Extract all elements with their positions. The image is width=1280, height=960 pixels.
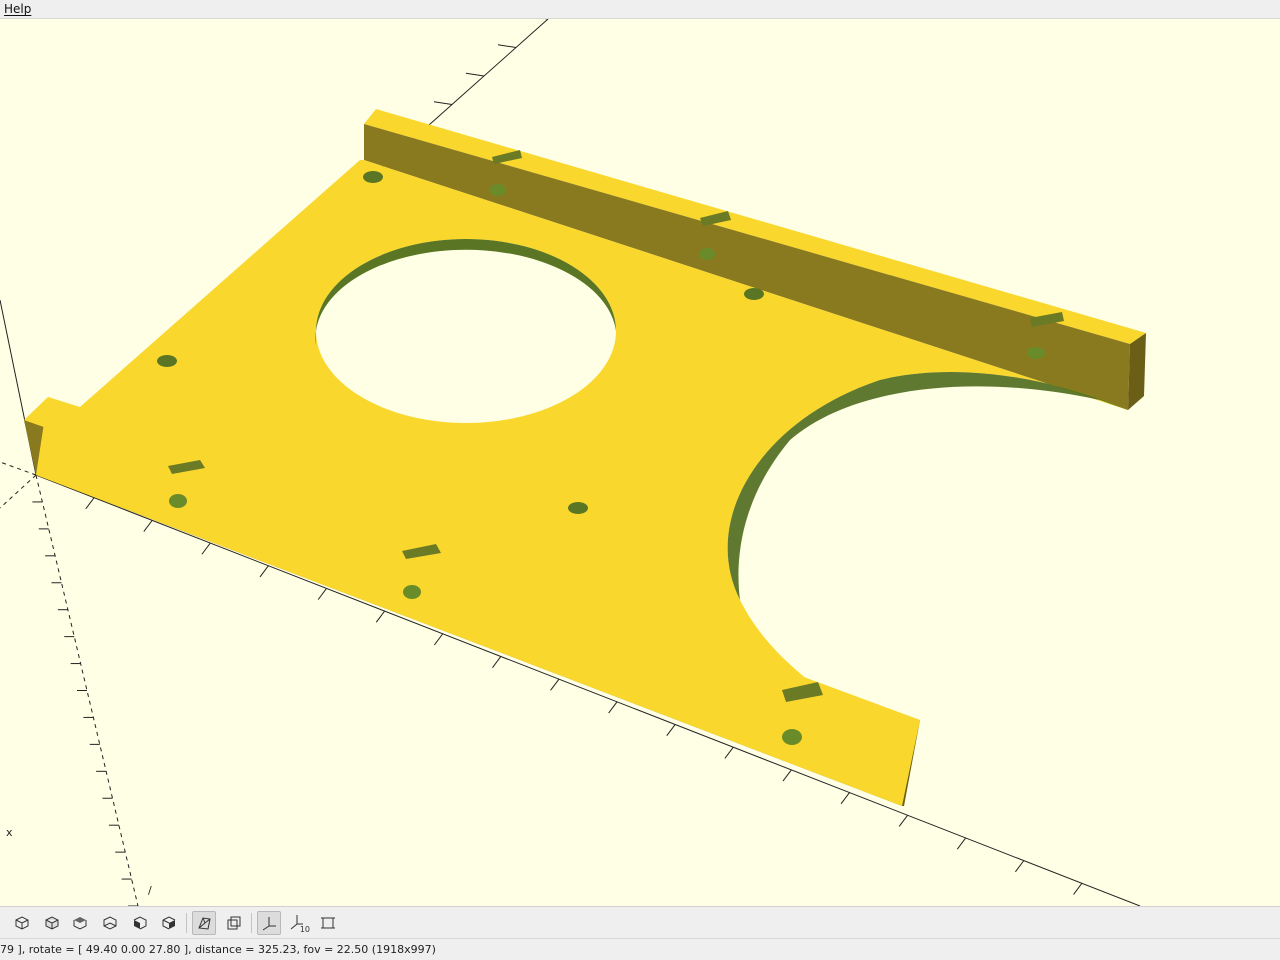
render-icon bbox=[45, 916, 59, 930]
perspective-icon bbox=[198, 917, 211, 930]
show-axes-icon bbox=[262, 917, 276, 931]
show-edges-button[interactable] bbox=[316, 911, 340, 935]
3d-viewport[interactable]: x / bbox=[0, 19, 1280, 906]
preview-icon bbox=[15, 916, 29, 930]
menu-bar: Help bbox=[0, 0, 1280, 19]
view-top-icon bbox=[73, 917, 87, 930]
perspective-button[interactable] bbox=[192, 911, 216, 935]
view-left-icon bbox=[133, 916, 147, 930]
view-bottom-button[interactable] bbox=[98, 911, 122, 935]
axis-label-z: / bbox=[148, 884, 152, 897]
orthogonal-icon bbox=[227, 916, 241, 930]
scale-marker-label: 10 bbox=[299, 925, 310, 934]
status-bar: 79 ], rotate = [ 49.40 0.00 27.80 ], dis… bbox=[0, 938, 1280, 960]
render-button[interactable] bbox=[40, 911, 64, 935]
view-top-button[interactable] bbox=[68, 911, 92, 935]
show-edges-icon bbox=[321, 917, 335, 929]
show-scale-markers-button[interactable]: 10 bbox=[287, 911, 311, 935]
viewport-canvas: x / bbox=[0, 19, 1280, 906]
view-toolbar: 10 bbox=[0, 906, 1280, 938]
view-right-button[interactable] bbox=[157, 911, 181, 935]
view-right-icon bbox=[162, 916, 176, 930]
menu-help[interactable]: Help bbox=[4, 0, 31, 19]
view-bottom-icon bbox=[103, 916, 117, 930]
view-left-button[interactable] bbox=[128, 911, 152, 935]
preview-button[interactable] bbox=[10, 911, 34, 935]
show-axes-button[interactable] bbox=[257, 911, 281, 935]
orthogonal-button[interactable] bbox=[222, 911, 246, 935]
viewport-status-text: 79 ], rotate = [ 49.40 0.00 27.80 ], dis… bbox=[0, 943, 436, 956]
axis-label-x: x bbox=[6, 826, 13, 839]
